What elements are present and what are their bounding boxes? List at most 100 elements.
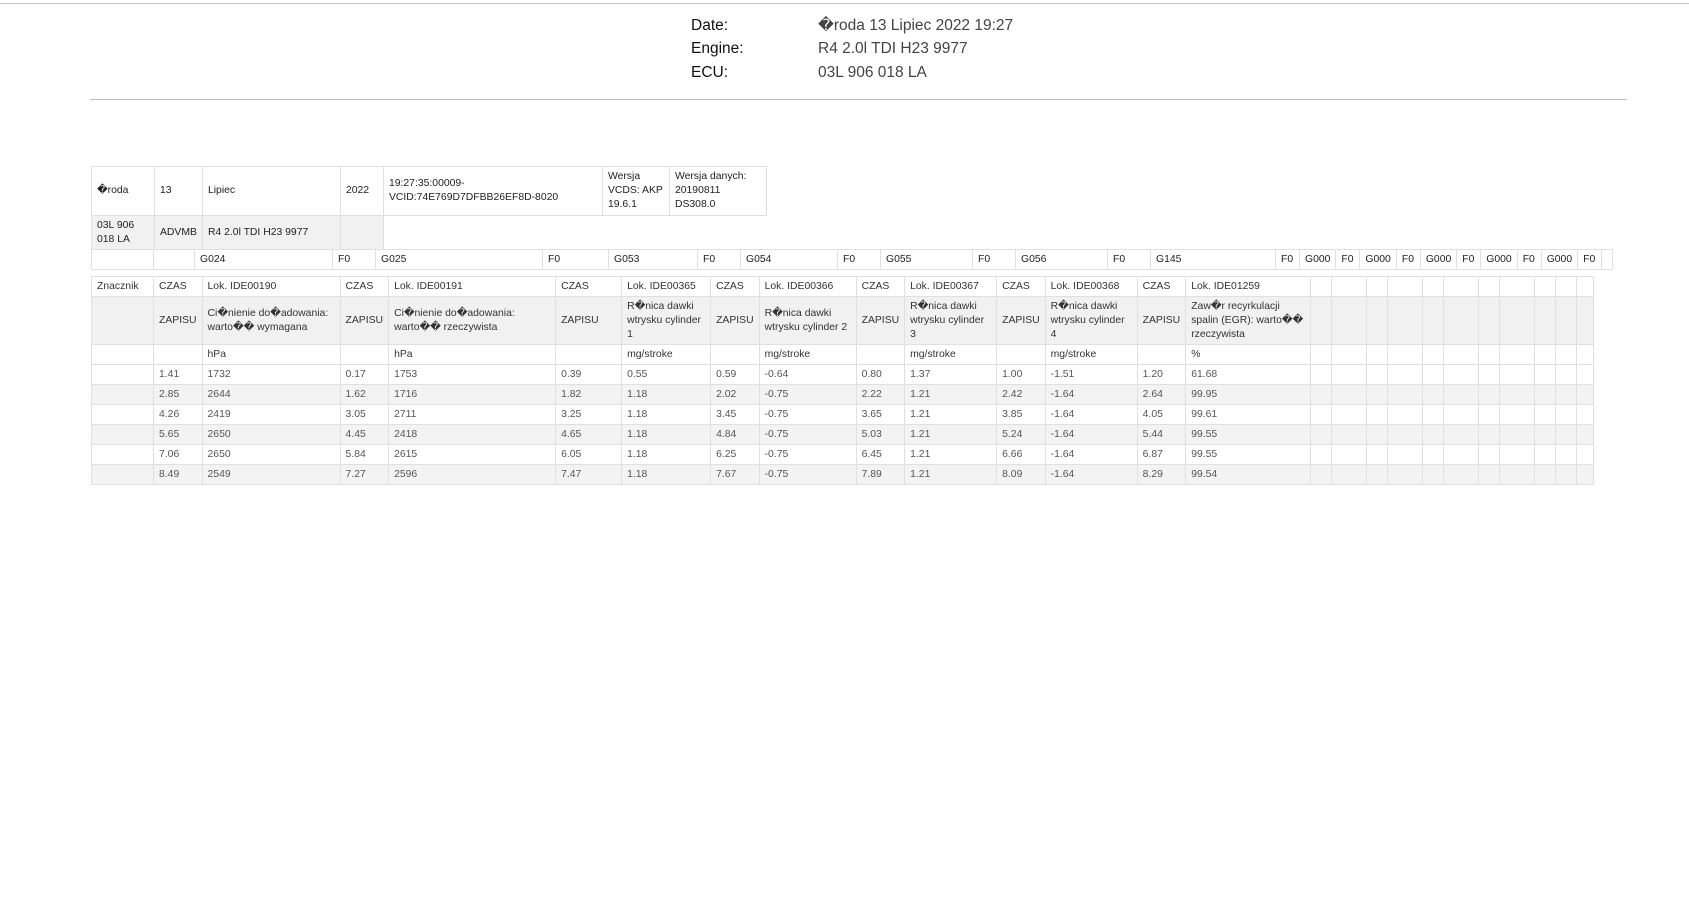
info-year: 2022 [339, 166, 384, 216]
cell: hPa [201, 344, 341, 365]
cell [1534, 364, 1557, 385]
cell: 0.39 [555, 364, 623, 385]
cell [1443, 464, 1480, 485]
cell: 3.25 [555, 404, 623, 425]
cell [1499, 296, 1536, 345]
cell: G000 [1298, 249, 1337, 270]
info-time-vcid: 19:27:35:00009-VCID:74E769D7DFBB26EF8D-8… [382, 166, 603, 216]
cell [1422, 276, 1445, 297]
info-advmb: ADVMB [154, 215, 203, 250]
cell: R�nica dawki wtrysku cylinder 4 [1044, 296, 1138, 345]
cell: G000 [1540, 249, 1579, 270]
cell: 1716 [388, 384, 557, 405]
cell: 7.27 [339, 464, 390, 485]
cell: 1753 [388, 364, 557, 385]
cell: G053 [608, 249, 698, 270]
cell: CZAS [555, 276, 623, 297]
cell: CZAS [339, 276, 390, 297]
info-data-version: Wersja danych: 20190811 DS308.0 [668, 166, 767, 216]
cell [1387, 384, 1424, 405]
cell: 0.17 [339, 364, 390, 385]
cell [339, 344, 390, 365]
cell [1331, 464, 1368, 485]
cell [153, 249, 195, 270]
cell [1422, 464, 1445, 485]
cell: Ci�nienie do�adowania: warto�� wymagana [201, 296, 341, 345]
cell [1422, 444, 1445, 465]
cell [91, 464, 154, 485]
cell: -0.75 [758, 404, 857, 425]
cell [1443, 344, 1480, 365]
cell: 5.84 [339, 444, 390, 465]
cell: 2.85 [153, 384, 203, 405]
cell: R�nica dawki wtrysku cylinder 2 [758, 296, 857, 345]
cell [1478, 344, 1501, 365]
cell [1576, 424, 1595, 445]
cell: CZAS [996, 276, 1046, 297]
cell [1534, 424, 1557, 445]
cell [1576, 276, 1595, 297]
table-row: 5.65 2650 4.45 2418 4.65 1.18 4.84 -0.75 5.03 1.2… [91, 424, 1595, 445]
cell [1555, 296, 1578, 345]
description-row: ZAPISU Ci�nienie do�adowania: warto�� wym… [91, 296, 1595, 345]
cell: F0 [332, 249, 376, 270]
cell: 1.18 [621, 444, 712, 465]
cell: G056 [1015, 249, 1108, 270]
cell [91, 444, 154, 465]
cell [1310, 296, 1333, 345]
cell [1555, 344, 1578, 365]
cell: 2419 [201, 404, 341, 425]
info-blank [339, 215, 384, 250]
cell [1478, 276, 1501, 297]
header-divider [90, 99, 1627, 100]
cell: 99.55 [1185, 444, 1312, 465]
cell [1555, 404, 1578, 425]
cell: G000 [1359, 249, 1397, 270]
cell: 4.45 [339, 424, 390, 445]
cell [855, 344, 906, 365]
cell: % [1185, 344, 1312, 365]
cell [1366, 444, 1389, 465]
cell: 7.89 [855, 464, 906, 485]
cell: F0 [1577, 249, 1603, 270]
cell [1499, 404, 1536, 425]
cell: 8.09 [996, 464, 1046, 485]
info-engine: R4 2.0l TDI H23 9977 [201, 215, 341, 250]
cell: 8.29 [1136, 464, 1187, 485]
cell: 3.45 [710, 404, 760, 425]
cell [1387, 364, 1424, 385]
cell: 2.42 [996, 384, 1046, 405]
cell: mg/stroke [758, 344, 857, 365]
cell: -0.64 [758, 364, 857, 385]
info-vcds-version: Wersja VCDS: AKP 19.6.1 [601, 166, 670, 216]
cell: R�nica dawki wtrysku cylinder 3 [904, 296, 998, 345]
cell: ZAPISU [710, 296, 760, 345]
cell: 2.64 [1136, 384, 1187, 405]
cell: 99.61 [1185, 404, 1312, 425]
cell: Lok. IDE00365 [621, 276, 712, 297]
cell: F0 [697, 249, 741, 270]
cell: 61.68 [1185, 364, 1312, 385]
cell: 1.18 [621, 404, 712, 425]
cell [1576, 344, 1595, 365]
cell: Lok. IDE00190 [201, 276, 341, 297]
cell: 2650 [201, 444, 341, 465]
location-row: Znacznik CZAS Lok. IDE00190 CZAS Lok. IDE001… [91, 276, 1595, 297]
cell: 3.85 [996, 404, 1046, 425]
info-day: �roda [91, 166, 155, 216]
cell [996, 344, 1046, 365]
cell: ZAPISU [339, 296, 390, 345]
cell: F0 [837, 249, 881, 270]
cell: 1.82 [555, 384, 623, 405]
cell [1499, 276, 1536, 297]
cell: 5.44 [1136, 424, 1187, 445]
date-value: �roda 13 Lipiec 2022 19:27 [818, 17, 1014, 35]
cell: mg/stroke [1044, 344, 1138, 365]
cell [1534, 344, 1557, 365]
cell: 1.18 [621, 424, 712, 445]
cell: mg/stroke [904, 344, 998, 365]
cell [91, 249, 154, 270]
cell: Ci�nienie do�adowania: warto�� rzeczywis… [388, 296, 557, 345]
cell [1443, 424, 1480, 445]
cell: 1.62 [339, 384, 390, 405]
